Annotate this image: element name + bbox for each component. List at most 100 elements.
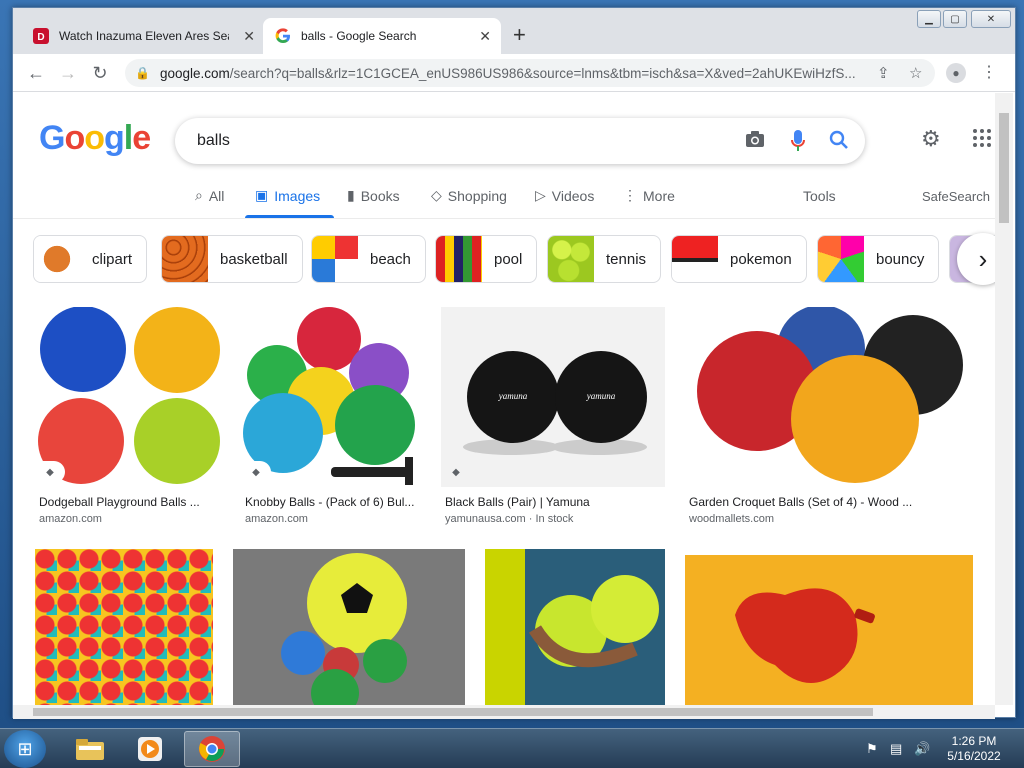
chip-basketball[interactable]: basketball (161, 235, 303, 283)
chrome-taskbar-icon[interactable] (184, 731, 240, 767)
camera-icon[interactable] (745, 130, 765, 153)
browser-toolbar: ← → ↻ 🔒 google.com/search?q=balls&rlz=1C… (13, 54, 1015, 92)
chip-pokemon[interactable]: pokemon (671, 235, 807, 283)
close-tab-icon[interactable]: ✕ (243, 28, 255, 45)
close-window-icon[interactable]: ✕ (971, 10, 1011, 28)
disney-plus-icon: D (33, 28, 49, 44)
back-arrow-icon[interactable]: ← (23, 61, 49, 85)
tennis-balls-image (485, 549, 659, 705)
clock-time: 1:26 PM (951, 734, 997, 748)
chrome-window: D Watch Inazuma Eleven Ares Seas ✕ balls… (12, 7, 1016, 719)
result-source: woodmallets.com (689, 513, 774, 525)
tab-books[interactable]: ▮ Books (347, 187, 400, 204)
result-title[interactable]: Black Balls (Pair) | Yamuna (445, 495, 590, 509)
page-content: Google balls ⚙ ⌕ All ▣ Images ▮ Books ◇ Shop… (13, 93, 995, 705)
media-player-icon[interactable] (122, 731, 178, 767)
chip-beach[interactable]: beach (311, 235, 426, 283)
chip-pool[interactable]: pool (435, 235, 538, 283)
forward-arrow-icon[interactable]: → (55, 61, 81, 85)
result-image[interactable] (233, 549, 465, 705)
result-source: amazon.com (39, 513, 102, 525)
image-icon: ▣ (255, 187, 269, 203)
chip-clipart[interactable]: clipart (33, 235, 148, 283)
pool-balls-thumbnail (436, 236, 482, 282)
reload-icon[interactable]: ↻ (87, 61, 113, 85)
scroll-thumb[interactable] (999, 113, 1009, 223)
active-tab-indicator (245, 215, 334, 218)
tab-all[interactable]: ⌕ All (195, 187, 224, 204)
tab-shopping[interactable]: ◇ Shopping (431, 187, 507, 204)
result-image[interactable] (485, 549, 665, 705)
search-icon[interactable] (829, 130, 849, 155)
microphone-icon[interactable] (791, 130, 805, 157)
tab-strip: D Watch Inazuma Eleven Ares Seas ✕ balls… (13, 8, 1015, 54)
search-nav-tabs: ⌕ All ▣ Images ▮ Books ◇ Shopping ▷ Videos ⋮ M… (13, 177, 995, 219)
bookmark-star-icon[interactable]: ☆ (909, 64, 922, 82)
volume-icon[interactable]: 🔊 (914, 741, 930, 757)
share-icon[interactable]: ⇪ (877, 64, 890, 82)
safesearch-button[interactable]: SafeSearch (922, 189, 990, 204)
search-query-text: balls (197, 132, 230, 149)
vertical-scrollbar[interactable] (995, 93, 1013, 705)
tab-google-search[interactable]: balls - Google Search ✕ (263, 18, 501, 54)
dodgeballs-image (38, 307, 220, 484)
result-image[interactable]: yamuna yamuna ◆ (441, 307, 665, 487)
tennis-balls-thumbnail (548, 236, 594, 282)
tab-videos[interactable]: ▷ Videos (535, 187, 594, 204)
result-image[interactable] (685, 555, 973, 705)
result-image[interactable] (685, 307, 973, 487)
google-logo[interactable]: Google (39, 119, 151, 158)
google-favicon-icon (275, 28, 291, 44)
search-input[interactable]: balls (175, 118, 865, 164)
result-title[interactable]: Garden Croquet Balls (Set of 4) - Wood .… (689, 495, 912, 509)
minimize-icon[interactable]: ▁ (917, 10, 941, 28)
file-explorer-icon[interactable] (62, 731, 118, 767)
beach-balls-thumbnail (312, 236, 358, 282)
system-clock[interactable]: 1:26 PM 5/16/2022 (944, 734, 1004, 764)
result-image[interactable]: ◆ (241, 307, 421, 487)
result-image[interactable]: ◆ (35, 307, 221, 487)
result-title[interactable]: Dodgeball Playground Balls ... (39, 495, 200, 509)
black-balls-image: yamuna yamuna (463, 351, 647, 455)
tab-title: balls - Google Search (301, 29, 417, 43)
svg-text:yamuna: yamuna (586, 391, 616, 401)
soccer-ball-image (281, 553, 407, 705)
network-icon[interactable]: ▤ (890, 741, 902, 757)
pokeball-thumbnail (672, 236, 718, 282)
product-tag-icon: ◆ (35, 461, 65, 483)
croquet-balls-image (697, 307, 963, 483)
chrome-menu-icon[interactable]: ⋮ (981, 62, 997, 82)
tab-inazuma[interactable]: D Watch Inazuma Eleven Ares Seas ✕ (25, 18, 265, 54)
magnifier-icon: ⌕ (195, 187, 203, 203)
result-image[interactable] (35, 549, 213, 705)
more-dots-icon: ⋮ (623, 187, 637, 203)
result-source: yamunausa.com · In stock (445, 513, 574, 525)
svg-text:D: D (37, 32, 44, 43)
maximize-icon[interactable]: ▢ (943, 10, 967, 28)
knobby-balls-image (243, 307, 415, 485)
result-source: amazon.com (245, 513, 308, 525)
tab-more[interactable]: ⋮ More (623, 187, 675, 204)
result-title[interactable]: Knobby Balls - (Pack of 6) Bul... (245, 495, 414, 509)
profile-avatar-icon[interactable]: ● (946, 63, 966, 83)
balloon-image (735, 588, 875, 683)
action-center-flag-icon[interactable]: ⚑ (866, 741, 878, 757)
new-tab-plus-icon[interactable]: + (513, 24, 526, 46)
tools-button[interactable]: Tools (803, 188, 836, 204)
product-tag-icon: ◆ (241, 461, 271, 483)
basketball-thumbnail (34, 236, 80, 282)
tab-images[interactable]: ▣ Images (255, 187, 320, 204)
close-tab-icon[interactable]: ✕ (479, 28, 491, 45)
url-text: google.com/search?q=balls&rlz=1C1GCEA_en… (159, 65, 856, 81)
start-button-windows-icon[interactable]: ⊞ (4, 730, 46, 768)
chip-tennis[interactable]: tennis (547, 235, 662, 283)
clock-date: 5/16/2022 (947, 749, 1001, 763)
gear-icon[interactable]: ⚙ (921, 126, 941, 152)
chip-bouncy[interactable]: bouncy (817, 235, 940, 283)
scroll-thumb[interactable] (33, 708, 873, 716)
address-bar[interactable]: 🔒 google.com/search?q=balls&rlz=1C1GCEA_… (125, 59, 935, 87)
basketballs-thumbnail (162, 236, 208, 282)
tag-icon: ◇ (431, 187, 442, 203)
horizontal-scrollbar[interactable] (13, 705, 995, 719)
apps-grid-icon[interactable] (973, 129, 991, 147)
